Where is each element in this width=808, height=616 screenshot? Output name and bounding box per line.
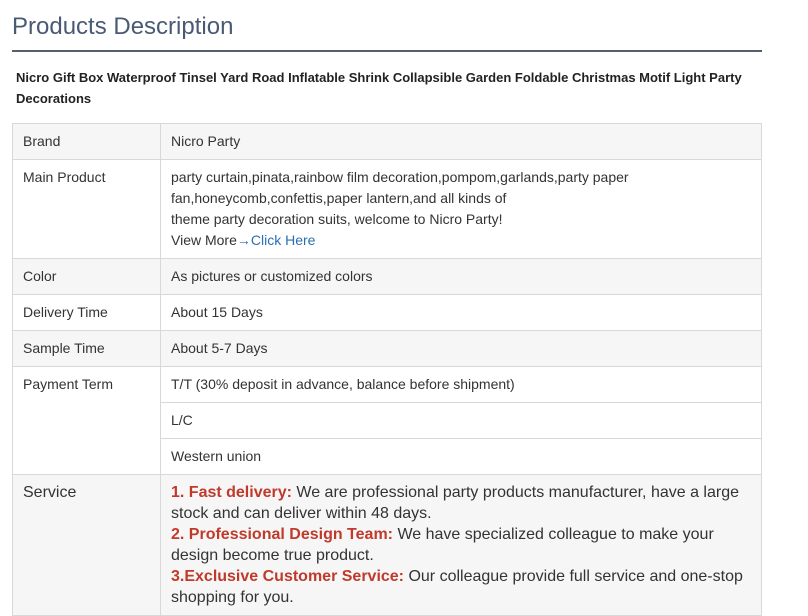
table-row-service: Service 1. Fast delivery: We are profess… [12,474,762,616]
product-name: Nicro Gift Box Waterproof Tinsel Yard Ro… [16,70,742,106]
delivery-time-label: Delivery Time [12,294,161,331]
sample-time-label: Sample Time [12,330,161,367]
sample-time-value: About 5-7 Days [160,330,762,367]
payment-term-option: T/T (30% deposit in advance, balance bef… [160,366,762,403]
section-title: Products Description [12,13,234,40]
service-item-heading: 3.Exclusive Customer Service: [171,568,405,585]
table-row-brand: Brand Nicro Party [12,123,762,160]
click-here-link[interactable]: Click Here [251,232,316,248]
table-row-delivery-time: Delivery Time About 15 Days [12,294,762,331]
service-value: 1. Fast delivery: We are professional pa… [160,474,762,616]
color-value: As pictures or customized colors [160,258,762,295]
color-label: Color [12,258,161,295]
table-row-main-product: Main Product party curtain,pinata,rainbo… [12,159,762,259]
main-product-value: party curtain,pinata,rainbow film decora… [160,159,762,259]
table-row-sample-time: Sample Time About 5-7 Days [12,330,762,367]
service-item-heading: 1. Fast delivery: [171,484,292,501]
service-item-heading: 2. Professional Design Team: [171,526,393,543]
arrow-right-icon: → [236,232,251,248]
payment-term-option: Western union [160,438,762,475]
payment-term-option: L/C [160,402,762,439]
product-spec-table: Brand Nicro Party Main Product party cur… [12,123,762,616]
main-product-label: Main Product [12,159,161,259]
table-row-color: Color As pictures or customized colors [12,258,762,295]
main-product-line-2: fan,honeycomb,confettis,paper lantern,an… [171,190,507,206]
title-divider [12,50,762,52]
main-product-line-1: party curtain,pinata,rainbow film decora… [171,169,629,185]
view-more-label: View More [171,232,237,248]
service-item: 2. Professional Design Team: We have spe… [171,524,751,566]
main-product-line-3: theme party decoration suits, welcome to… [171,211,503,227]
service-item: 1. Fast delivery: We are professional pa… [171,482,751,524]
table-row-payment-term: Payment Term T/T (30% deposit in advance… [12,366,762,475]
service-label: Service [12,474,161,616]
brand-value: Nicro Party [160,123,762,160]
brand-label: Brand [12,123,161,160]
payment-term-label: Payment Term [12,366,161,475]
delivery-time-value: About 15 Days [160,294,762,331]
